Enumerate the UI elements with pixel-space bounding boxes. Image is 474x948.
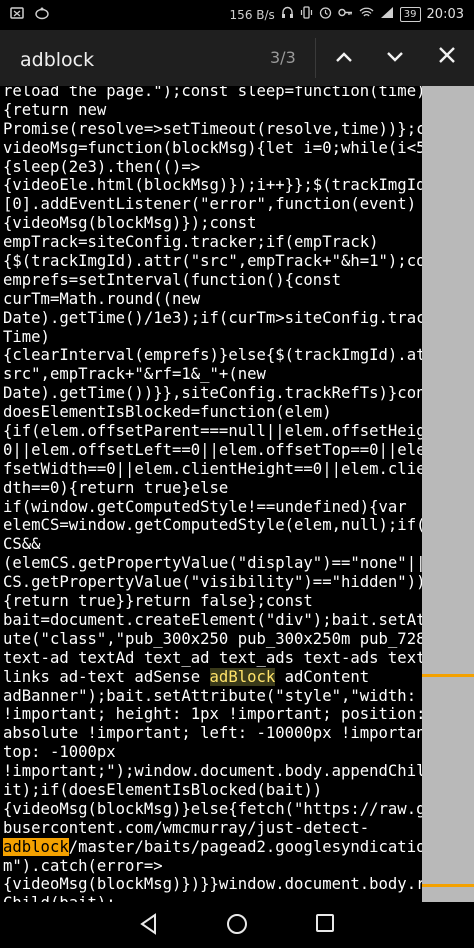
page-source-view[interactable]: reload the page.");const sleep=function(…	[0, 86, 474, 902]
code-line: m").catch(error=>	[3, 856, 163, 875]
next-match-button[interactable]	[375, 40, 415, 76]
code-line: empTrack=siteConfig.tracker;if(empTrack)	[3, 233, 379, 252]
code-line: videoMsg=function(blockMsg){let i=0;whil…	[3, 138, 435, 157]
divider	[315, 38, 316, 78]
code-line: {videoEle.html(blockMsg)});i++}};$(track…	[3, 176, 435, 195]
source-code: reload the page.");const sleep=function(…	[3, 86, 473, 902]
code-line: if(window.getComputedStyle!==undefined){…	[3, 497, 407, 516]
code-line: {sleep(2e3).then(()=>	[3, 157, 201, 176]
chevron-down-icon	[387, 52, 403, 62]
code-line: busercontent.com/wmcmurray/just-detect-	[3, 818, 370, 837]
recents-button[interactable]	[314, 912, 342, 938]
code-line: Date).getTime())}},siteConfig.trackRefTs…	[3, 384, 445, 403]
code-line: emprefs=setInterval(function(){const	[3, 270, 341, 289]
find-in-page-bar: 3/3	[0, 30, 474, 86]
notification-icon	[10, 6, 24, 24]
code-line: links ad-text adSense adBlock adContent	[3, 667, 370, 686]
search-match: adBlock	[209, 667, 276, 686]
code-line: {return true}}return false};const	[3, 592, 313, 611]
code-line: absolute !important; left: -10000px !imp…	[3, 724, 445, 743]
code-line: elemCS=window.getComputedStyle(elem,null…	[3, 516, 464, 535]
code-line: {return new	[3, 100, 107, 119]
code-line: {videoMsg(blockMsg)})}}window.document.b…	[3, 875, 473, 894]
code-line: {videoMsg(blockMsg)});const	[3, 214, 257, 233]
code-line: ute("class","pub_300x250 pub_300x250m pu…	[3, 629, 454, 648]
code-line: adBanner");bait.setAttribute("style","wi…	[3, 686, 454, 705]
back-button[interactable]	[138, 912, 166, 938]
code-line: !important;");window.document.body.appen…	[3, 762, 464, 781]
current-search-match: adblock	[3, 837, 69, 856]
code-line: CS.getPropertyValue("visibility")=="hidd…	[3, 573, 426, 592]
match-marker	[422, 674, 474, 677]
code-line: doesElementIsBlocked=function(elem)	[3, 403, 332, 422]
code-line: CS&&	[3, 535, 41, 554]
code-line: adblock/master/baits/pagead2.googlesyndi…	[3, 837, 464, 856]
chevron-up-icon	[336, 52, 352, 62]
code-line: Date).getTime()/1e3);if(curTm>siteConfig…	[3, 308, 464, 327]
signal-icon	[380, 6, 394, 23]
wifi-icon	[359, 6, 374, 23]
code-line: 0||elem.offsetLeft==0||elem.offsetTop==0…	[3, 440, 464, 459]
code-line: Child(bait);	[3, 894, 471, 902]
code-line: {clearInterval(emprefs)}else{$(trackImgI…	[3, 346, 464, 365]
code-line: src",empTrack+"&rf=1&_"+(new	[3, 365, 266, 384]
code-line: {videoMsg(blockMsg)}else{fetch("https://…	[3, 799, 464, 818]
home-icon	[227, 914, 247, 934]
code-line: text-ad textAd text_ad text_ads text-ads…	[3, 648, 464, 667]
close-icon	[439, 47, 455, 63]
recents-icon	[316, 914, 334, 932]
back-icon	[140, 913, 156, 935]
code-line: !important; height: 1px !important; posi…	[3, 705, 426, 724]
status-bar: 156 B/s 39 20:03	[0, 0, 474, 30]
find-input[interactable]	[18, 46, 252, 74]
previous-match-button[interactable]	[324, 40, 364, 76]
code-line: top: -1000px	[3, 743, 116, 762]
code-line: fsetWidth==0||elem.clientHeight==0||elem…	[3, 459, 464, 478]
current-match-marker	[422, 884, 474, 887]
battery-indicator: 39	[399, 7, 421, 22]
clock: 20:03	[426, 6, 464, 22]
match-count: 3/3	[270, 48, 296, 67]
close-find-button[interactable]	[427, 40, 467, 76]
code-line: {$(trackImgId).attr("src",empTrack+"&h=1…	[3, 252, 454, 271]
code-line: Promise(resolve=>setTimeout(resolve,time…	[3, 119, 464, 138]
home-button[interactable]	[225, 912, 253, 938]
key-icon	[338, 6, 353, 23]
vibrate-icon	[300, 6, 313, 23]
code-line: dth==0){return true}else	[3, 478, 229, 497]
code-line: (elemCS.getPropertyValue("display")=="no…	[3, 554, 464, 573]
game-icon	[34, 6, 50, 24]
alarm-icon	[319, 6, 332, 23]
scroll-track[interactable]	[422, 86, 474, 902]
network-speed: 156 B/s	[229, 7, 275, 22]
code-line: curTm=Math.round((new	[3, 289, 201, 308]
code-line: bait=document.createElement("div");bait.…	[3, 610, 464, 629]
navigation-bar	[0, 902, 474, 948]
code-line: Time)	[3, 327, 50, 346]
code-line: {if(elem.offsetParent===null||elem.offse…	[3, 422, 464, 441]
headset-icon	[281, 6, 294, 23]
code-line: it);if(doesElementIsBlocked(bait))	[3, 780, 323, 799]
code-line: [0].addEventListener("error",function(ev…	[3, 195, 417, 214]
code-line: reload the page.");const sleep=function(…	[3, 86, 426, 100]
